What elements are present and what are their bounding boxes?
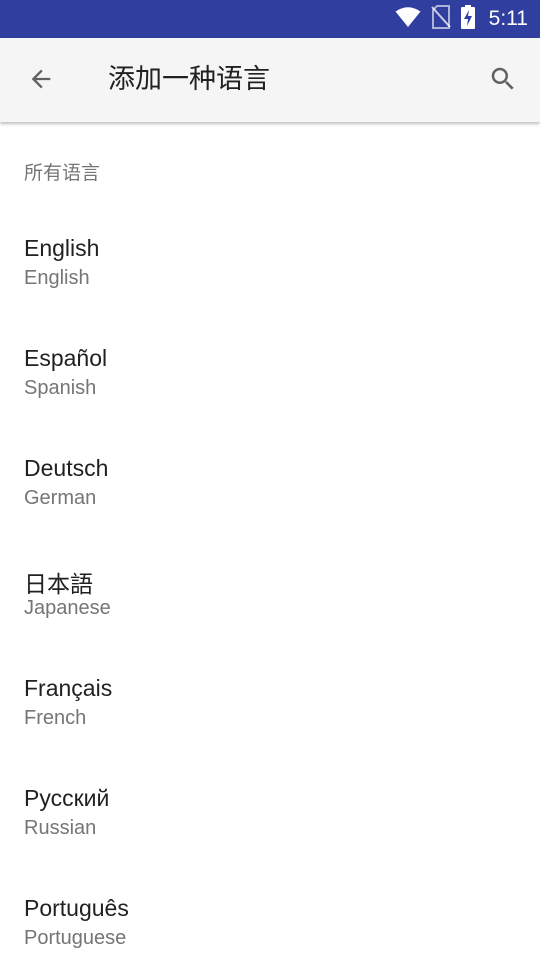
search-icon [488,64,518,98]
page-title: 添加一种语言 [108,64,270,95]
language-name: Português [24,895,129,921]
no-sim-icon [430,5,451,33]
arrow-back-icon [27,65,55,97]
language-item-portuguese[interactable]: Português Portuguese [0,865,540,975]
language-item-russian[interactable]: Русский Russian [0,755,540,865]
wifi-icon [395,6,421,32]
language-english-name: Russian [24,817,97,839]
language-english-name: French [24,707,87,729]
language-english-name: Japanese [24,597,111,619]
app-bar: 添加一种语言 [0,38,540,122]
language-english-name: English [24,267,90,289]
language-name: English [24,235,100,261]
language-item-french[interactable]: Français French [0,645,540,755]
status-icons: 5:11 [395,0,528,38]
language-item-english[interactable]: English English [0,205,540,315]
language-item-german[interactable]: Deutsch German [0,425,540,535]
language-list-container: 所有语言 English English Español Spanish Deu… [0,124,540,960]
language-list: English English Español Spanish Deutsch … [0,205,540,975]
language-name: Español [24,345,108,371]
language-english-name: German [24,487,97,509]
language-name: Deutsch [24,455,109,481]
battery-charging-icon [460,5,475,33]
language-name: 日本語 [24,571,93,597]
status-time: 5:11 [488,7,528,30]
language-name: Français [24,675,113,701]
section-header: 所有语言 [24,162,101,184]
search-button[interactable] [480,58,526,104]
language-name: Русский [24,785,110,811]
language-english-name: Portuguese [24,927,127,949]
language-english-name: Spanish [24,377,97,399]
back-button[interactable] [18,58,64,104]
language-item-spanish[interactable]: Español Spanish [0,315,540,425]
language-item-japanese[interactable]: 日本語 Japanese [0,535,540,645]
status-bar: 5:11 [0,0,540,38]
